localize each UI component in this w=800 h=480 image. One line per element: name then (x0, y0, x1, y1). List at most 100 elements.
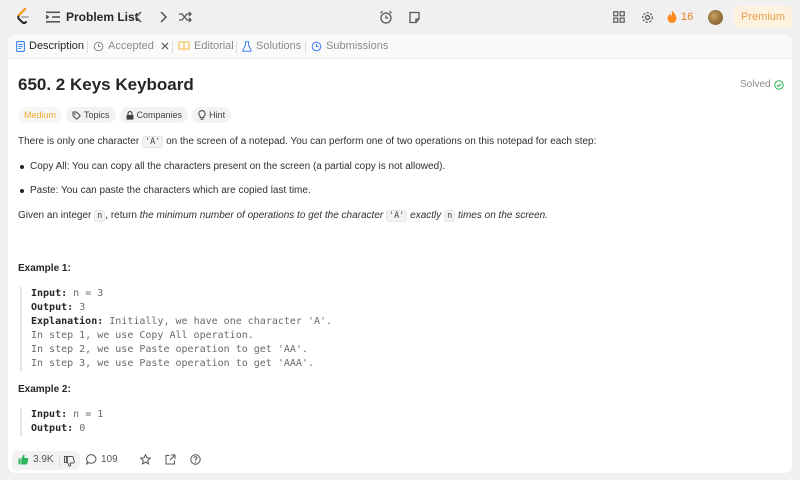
question-circle-icon (190, 454, 201, 465)
premium-button[interactable]: Premium (734, 6, 792, 28)
tab-divider (172, 41, 173, 53)
settings-button[interactable] (639, 9, 655, 25)
inline-code: n (444, 210, 456, 222)
user-avatar[interactable] (708, 10, 723, 25)
random-problem-button[interactable] (177, 9, 193, 25)
topics-label: Topics (84, 110, 110, 120)
note-icon (408, 11, 420, 23)
bullet-dot (20, 165, 24, 169)
explanation-line: In step 1, we use Copy All operation. (31, 330, 254, 341)
output-value: 0 (79, 423, 86, 434)
tab-solutions-label: Solutions (256, 40, 302, 52)
intro-paragraph: There is only one character 'A' on the s… (18, 136, 596, 148)
companies-label: Companies (136, 110, 183, 120)
history-icon (311, 41, 322, 51)
task-paragraph: Given an integer n, return the minimum n… (18, 210, 549, 222)
tag-icon (72, 111, 81, 120)
tab-divider (305, 41, 306, 53)
grid-layout-icon (613, 11, 625, 23)
comments-button[interactable]: 109 (86, 454, 118, 465)
tab-description[interactable]: Description (16, 40, 84, 52)
companies-chip[interactable]: Companies (119, 107, 189, 123)
tab-solutions[interactable]: Solutions (242, 40, 301, 52)
inline-code: n (94, 210, 106, 222)
bullet-copy-all: Copy All: You can copy all the character… (30, 161, 446, 172)
like-button[interactable]: 3.9K (18, 454, 54, 465)
solved-status: Solved (740, 79, 784, 90)
input-label: Input: (31, 288, 68, 299)
topics-chip[interactable]: Topics (66, 107, 116, 123)
dislike-button[interactable] (64, 454, 75, 472)
notes-button[interactable] (403, 6, 425, 28)
tab-divider (87, 41, 88, 53)
daily-streak-counter[interactable]: 16 (667, 10, 693, 23)
example-2-block: Input: n = 1 Output: 0 (20, 408, 103, 436)
hint-label: Hint (209, 110, 226, 120)
chevron-right-icon (160, 11, 168, 23)
tab-accepted-label: Accepted (108, 40, 154, 52)
vote-divider (59, 455, 60, 466)
input-value: n = 1 (73, 409, 104, 420)
tab-description-label: Description (29, 40, 85, 52)
lock-icon (126, 110, 134, 120)
task-text-5: times on the screen. (457, 210, 549, 221)
tab-divider (236, 41, 237, 53)
example-2-title: Example 2: (18, 384, 71, 395)
example-1-title: Example 1: (18, 263, 71, 274)
problem-title[interactable]: 650. 2 Keys Keyboard (18, 75, 194, 95)
comment-icon (86, 454, 97, 465)
lightbulb-icon (198, 110, 206, 120)
next-problem-button[interactable] (155, 9, 171, 25)
task-text-4: exactly (410, 210, 442, 221)
top-nav-bar: Problem List 16 Premium (0, 0, 800, 34)
timer-button[interactable] (375, 6, 397, 28)
example-1-block: Input: n = 3 Output: 3 Explanation: Init… (20, 287, 332, 371)
share-button[interactable] (165, 454, 176, 465)
problem-tab-bar: Description Accepted Editorial Solutions… (8, 35, 792, 59)
favorite-button[interactable] (140, 454, 151, 465)
problem-list-link[interactable]: Problem List (66, 10, 139, 24)
explanation-label: Explanation: (31, 316, 104, 327)
bullet-paste: Paste: You can paste the characters whic… (30, 185, 311, 196)
explanation-line: Initially, we have one character 'A'. (109, 316, 333, 327)
tab-accepted[interactable]: Accepted (93, 40, 169, 52)
history-icon (93, 41, 104, 51)
comment-count: 109 (101, 454, 118, 465)
leetcode-logo-icon[interactable] (16, 8, 30, 26)
layout-button[interactable] (611, 9, 627, 25)
input-label: Input: (31, 409, 68, 420)
streak-count: 16 (681, 10, 694, 23)
flask-icon (242, 40, 252, 52)
prev-problem-button[interactable] (131, 9, 147, 25)
problem-description: 650. 2 Keys Keyboard Solved Medium Topic… (8, 59, 792, 445)
book-icon (178, 41, 190, 51)
difficulty-badge: Medium (18, 107, 63, 123)
shuffle-icon (179, 11, 192, 23)
hint-chip[interactable]: Hint (192, 107, 232, 123)
chevron-left-icon (134, 11, 142, 23)
task-text-1: Given an integer (18, 210, 92, 221)
problem-list-icon[interactable] (46, 11, 60, 23)
explanation-line: In step 3, we use Paste operation to get… (31, 358, 314, 369)
explanation-line: In step 2, we use Paste operation to get… (31, 344, 308, 355)
tab-editorial-label: Editorial (194, 40, 234, 52)
problem-panel: Description Accepted Editorial Solutions… (8, 35, 792, 473)
output-value: 3 (79, 302, 86, 313)
help-button[interactable] (190, 454, 201, 465)
fire-icon (667, 10, 677, 23)
external-link-icon (165, 454, 176, 465)
star-icon (140, 454, 151, 465)
close-icon[interactable] (161, 42, 169, 50)
tab-editorial[interactable]: Editorial (178, 40, 234, 52)
solved-label: Solved (740, 79, 771, 90)
tab-submissions-label: Submissions (326, 40, 389, 52)
inline-code: 'A' (141, 136, 164, 148)
like-count: 3.9K (33, 454, 54, 465)
alarm-clock-icon (380, 10, 392, 24)
document-icon (16, 40, 25, 52)
task-text-3: the minimum number of operations to get … (139, 210, 384, 221)
task-text-2: , return (105, 210, 137, 221)
tab-submissions[interactable]: Submissions (311, 40, 388, 52)
thumbs-down-icon (64, 456, 75, 467)
gear-icon (641, 11, 653, 23)
